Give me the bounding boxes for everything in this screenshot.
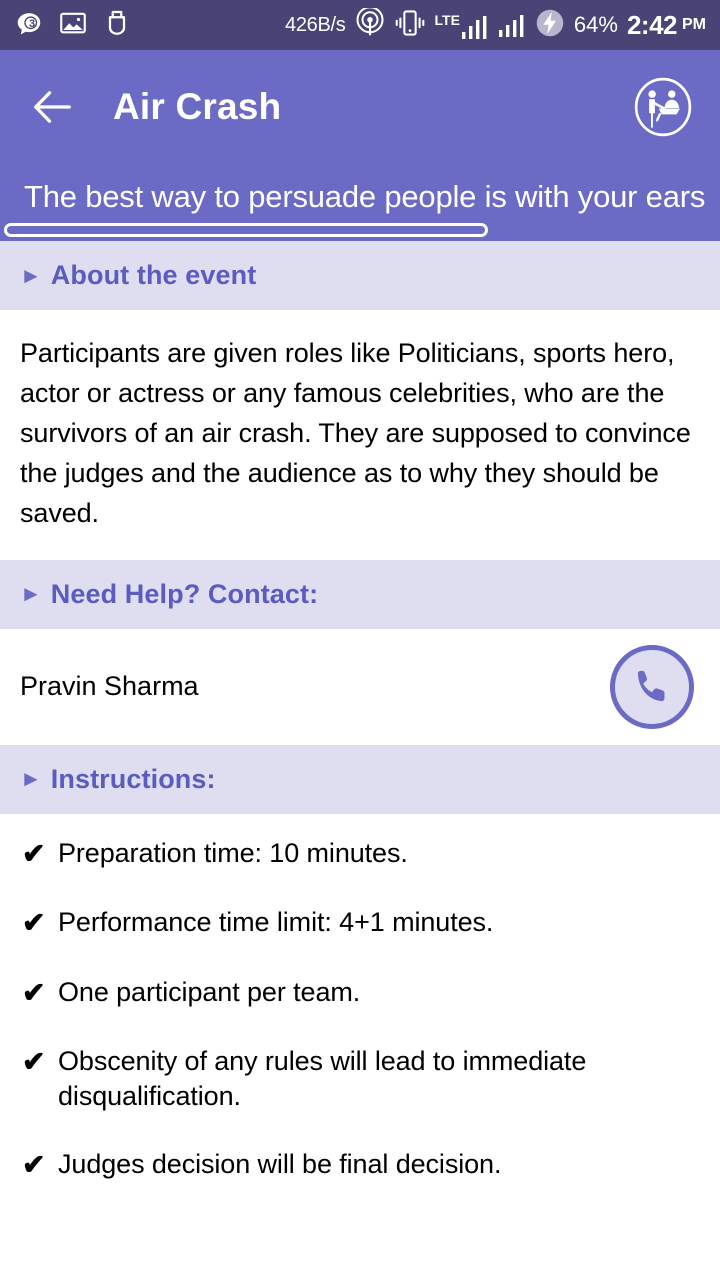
section-header-about: ► About the event	[0, 241, 720, 310]
back-arrow-icon[interactable]	[30, 84, 76, 130]
phone-call-icon[interactable]	[610, 644, 694, 729]
chat-badge-count: 3	[29, 18, 36, 30]
check-icon: ✔	[22, 907, 46, 939]
section-body-about: Participants are given roles like Politi…	[0, 310, 720, 560]
section-header-contact: ► Need Help? Contact:	[0, 559, 720, 629]
network-speed-label: 426B/s	[285, 13, 346, 36]
section-marker-icon: ►	[20, 766, 42, 792]
clock-time: 2:42	[626, 9, 678, 40]
quote-text: The best way to persuade people is with …	[24, 179, 706, 214]
section-title-instructions: Instructions:	[50, 763, 216, 794]
battery-percent-label: 64%	[573, 12, 618, 37]
section-title-about: About the event	[50, 260, 257, 290]
list-item: ✔ Preparation time: 10 minutes.	[22, 836, 694, 872]
list-item-label: Performance time limit: 4+1 minutes.	[58, 907, 494, 938]
quote-marquee[interactable]: The best way to persuade people is with …	[0, 163, 720, 241]
about-paragraph: Participants are given roles like Politi…	[20, 338, 691, 528]
chat-bubble-badge-icon: 3	[14, 10, 44, 40]
check-icon: ✔	[22, 1045, 46, 1077]
presentation-people-icon[interactable]	[632, 76, 694, 138]
contact-name: Pravin Sharma	[20, 671, 199, 702]
status-bar: 3 426B/s LTE 64% 2:42 PM	[0, 0, 720, 50]
status-bar-right-icons: 426B/s LTE 64% 2:42 PM	[285, 5, 706, 43]
signal-bars-icon	[498, 8, 526, 43]
check-icon: ✔	[22, 1149, 46, 1181]
horizontal-scrollbar[interactable]	[4, 223, 488, 237]
lte-label: LTE	[434, 12, 460, 28]
contact-row: Pravin Sharma	[0, 628, 720, 745]
vibrate-icon	[394, 8, 426, 43]
section-header-instructions: ► Instructions:	[0, 744, 720, 814]
status-bar-left-icons: 3	[14, 8, 132, 43]
list-item: ✔ One participant per team.	[22, 975, 694, 1011]
check-icon: ✔	[22, 837, 46, 869]
usb-icon	[102, 8, 132, 43]
list-item-label: Obscenity of any rules will lead to imme…	[58, 1045, 587, 1112]
list-item-label: Preparation time: 10 minutes.	[58, 837, 408, 868]
section-title-contact: Need Help? Contact:	[50, 578, 319, 609]
instructions-list: ✔ Preparation time: 10 minutes. ✔ Perfor…	[0, 813, 720, 1227]
app-bar: Air Crash	[0, 50, 720, 163]
hotspot-icon	[355, 5, 385, 43]
list-item: ✔ Judges decision will be final decision…	[22, 1147, 694, 1183]
list-item: ✔ Obscenity of any rules will lead to im…	[22, 1044, 694, 1114]
section-marker-icon: ►	[20, 581, 42, 607]
check-icon: ✔	[22, 976, 46, 1008]
list-item-label: One participant per team.	[58, 976, 361, 1007]
page-title: Air Crash	[113, 85, 282, 127]
section-marker-icon: ►	[20, 262, 42, 288]
charging-bolt-icon	[535, 8, 565, 43]
lte-signal-icon: LTE	[435, 10, 489, 40]
image-icon	[58, 8, 88, 43]
list-item: ✔ Performance time limit: 4+1 minutes.	[22, 905, 694, 941]
clock-ampm: PM	[682, 16, 706, 33]
list-item-label: Judges decision will be final decision.	[58, 1149, 502, 1180]
